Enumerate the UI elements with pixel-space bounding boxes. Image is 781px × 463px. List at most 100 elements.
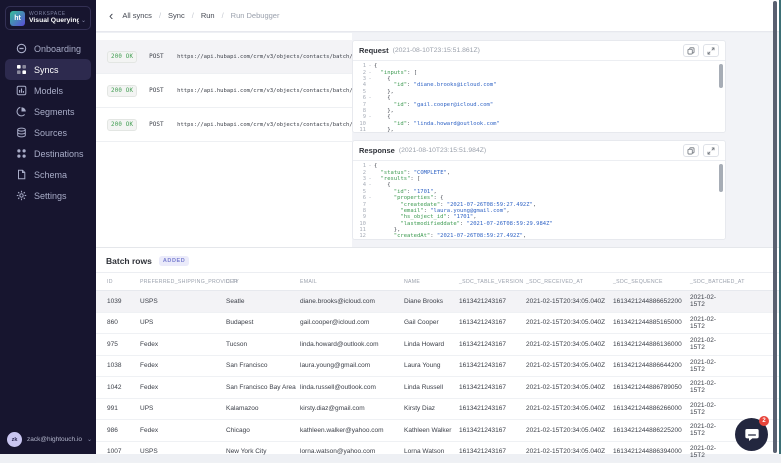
column-header-id: ID xyxy=(107,279,140,285)
code-scrollbar[interactable] xyxy=(719,64,723,88)
table-row[interactable]: 1039USPSSeatlediane.brooks@icloud.comDia… xyxy=(96,291,781,313)
request-method: POST xyxy=(149,87,171,94)
table-cell: 1042 xyxy=(107,384,140,391)
table-cell: kathleen.walker@yahoo.com xyxy=(300,427,404,434)
table-cell: 2021-02-15T20:34:05.040Z xyxy=(526,298,613,305)
sidebar-item-label: Sources xyxy=(34,128,67,138)
sidebar-item-label: Schema xyxy=(34,170,67,180)
breadcrumb-item-run[interactable]: Run xyxy=(201,11,215,20)
request-row[interactable]: 200 OK POST https://api.hubapi.com/crm/v3/… xyxy=(96,108,352,142)
request-row[interactable]: 200 OKPOSThttps://api.hubapi.com/crm/v3/… xyxy=(96,74,352,108)
table-cell: 2021-02-15T20:34:05.040Z xyxy=(526,341,613,348)
table-cell: USPS xyxy=(140,448,226,455)
topbar: ‹ All syncs/Sync/Run/Run Debugger xyxy=(96,0,781,32)
sidebar-item-models[interactable]: Models xyxy=(5,80,91,101)
back-button[interactable]: ‹ xyxy=(109,11,113,21)
sidebar-item-segments[interactable]: Segments xyxy=(5,101,91,122)
table-cell: 2021-02-15T20:34:05.040Z xyxy=(526,319,613,326)
sidebar-item-label: Models xyxy=(34,86,63,96)
table-cell: 2021-02-15T2 xyxy=(690,423,726,437)
table-cell: San Francisco xyxy=(226,362,300,369)
code-scrollbar[interactable] xyxy=(719,164,723,192)
table-cell: Fedex xyxy=(140,427,226,434)
response-json-viewer: 1-{2"status": "COMPLETE",3-"results": [4… xyxy=(353,160,725,240)
sidebar-item-destinations[interactable]: Destinations xyxy=(5,143,91,164)
sidebar-item-sources[interactable]: Sources xyxy=(5,122,91,143)
column-header--sdc-batched-at: _SDC_BATCHED_AT xyxy=(690,279,726,285)
sidebar-item-label: Segments xyxy=(34,107,75,117)
batch-table-header: IDPREFERRED_SHIPPING_PROVIDERCITYEMAILNA… xyxy=(96,272,781,291)
table-cell: 1007 xyxy=(107,448,140,455)
breadcrumb-separator: / xyxy=(222,11,224,20)
table-cell: 1039 xyxy=(107,298,140,305)
expand-button[interactable] xyxy=(703,44,719,57)
column-header--sdc-received-at: _SDC_RECEIVED_AT xyxy=(526,279,613,285)
table-cell: 2021-02-15T20:34:05.040Z xyxy=(526,427,613,434)
sidebar: ht WORKSPACE Visual Querying D... ⌄ Onbo… xyxy=(0,0,96,454)
table-cell: 1613421244886136000 xyxy=(613,341,690,348)
table-cell: Gail Cooper xyxy=(404,319,459,326)
table-row[interactable]: 975FedexTucsonlinda.howard@outlook.comLi… xyxy=(96,334,781,356)
table-cell: Linda Russell xyxy=(404,384,459,391)
table-row[interactable]: 1042FedexSan Francisco Bay Arealinda.rus… xyxy=(96,377,781,399)
table-cell: 2021-02-15T2 xyxy=(690,380,726,394)
table-cell: USPS xyxy=(140,298,226,305)
table-row[interactable]: 991UPSKalamazookirsty.diaz@gmail.comKirs… xyxy=(96,399,781,421)
table-cell: linda.howard@outlook.com xyxy=(300,341,404,348)
breadcrumb-separator: / xyxy=(159,11,161,20)
breadcrumb-item-run-debugger: Run Debugger xyxy=(231,11,280,20)
table-cell: laura.young@gmail.com xyxy=(300,362,404,369)
onboarding-icon xyxy=(16,43,27,54)
table-cell: UPS xyxy=(140,319,226,326)
expand-button[interactable] xyxy=(703,144,719,157)
models-icon xyxy=(16,85,27,96)
response-timestamp: (2021-08-10T23:15:51.984Z) xyxy=(399,147,486,154)
request-row[interactable]: 200 OKPOSThttps://api.hubapi.com/crm/v3/… xyxy=(96,40,352,74)
table-cell: 1613421244886266000 xyxy=(613,405,690,412)
column-header--sdc-sequence: _SDC_SEQUENCE xyxy=(613,279,690,285)
chat-bubble-icon xyxy=(744,427,760,443)
copy-button[interactable] xyxy=(683,44,699,57)
table-cell: 2021-02-15T20:34:05.040Z xyxy=(526,405,613,412)
sidebar-item-schema[interactable]: Schema xyxy=(5,164,91,185)
window-scrollbar[interactable] xyxy=(773,1,777,453)
request-method: POST xyxy=(149,121,171,128)
table-cell: Budapest xyxy=(226,319,300,326)
table-row[interactable]: 860UPSBudapestgail.cooper@icloud.comGail… xyxy=(96,313,781,335)
segments-icon xyxy=(16,106,27,117)
chat-launcher[interactable]: 2 xyxy=(735,418,768,451)
status-badge: 200 OK xyxy=(107,119,137,131)
copy-button[interactable] xyxy=(683,144,699,157)
status-badge: 200 OK xyxy=(107,51,137,63)
hightouch-logo: ht xyxy=(10,11,25,26)
table-cell: 2021-02-15T20:34:05.040Z xyxy=(526,362,613,369)
sidebar-item-settings[interactable]: Settings xyxy=(5,185,91,206)
table-cell: 2021-02-15T2 xyxy=(690,445,726,459)
breadcrumb-item-sync[interactable]: Sync xyxy=(168,11,185,20)
table-cell: Kirsty Diaz xyxy=(404,405,459,412)
table-row[interactable]: 1038FedexSan Franciscolaura.young@gmail.… xyxy=(96,356,781,378)
sidebar-item-label: Syncs xyxy=(34,65,59,75)
table-cell: 1613421244886394000 xyxy=(613,448,690,455)
table-row[interactable]: 1007USPSNew York Citylorna.watson@yahoo.… xyxy=(96,442,781,463)
table-cell: 1613421243167 xyxy=(459,362,526,369)
table-cell: 1613421243167 xyxy=(459,427,526,434)
sidebar-item-label: Onboarding xyxy=(34,44,81,54)
run-debugger-section: 200 OK POST https://api.hubapi.com/crm/v3/… xyxy=(96,33,781,247)
avatar: zk xyxy=(7,432,22,447)
request-list: 200 OK POST https://api.hubapi.com/crm/v3/… xyxy=(96,33,352,247)
sidebar-item-onboarding[interactable]: Onboarding xyxy=(5,38,91,59)
code-line: 11}, xyxy=(353,127,725,133)
request-url: https://api.hubapi.com/crm/v3/objects/co… xyxy=(177,122,352,128)
column-header-name: NAME xyxy=(404,279,459,285)
breadcrumb-item-all-syncs[interactable]: All syncs xyxy=(122,11,152,20)
table-cell: 991 xyxy=(107,405,140,412)
column-header--sdc-table-version: _SDC_TABLE_VERSION xyxy=(459,279,526,285)
sidebar-item-syncs[interactable]: Syncs xyxy=(5,59,91,80)
user-menu[interactable]: zk zack@hightouch.io ⌄ xyxy=(7,432,94,447)
workspace-selector[interactable]: ht WORKSPACE Visual Querying D... ⌄ xyxy=(5,6,91,30)
request-panel-title: Request xyxy=(359,46,389,55)
table-row[interactable]: 986FedexChicagokathleen.walker@yahoo.com… xyxy=(96,420,781,442)
table-cell: 2021-02-15T20:34:05.040Z xyxy=(526,384,613,391)
table-cell: 860 xyxy=(107,319,140,326)
